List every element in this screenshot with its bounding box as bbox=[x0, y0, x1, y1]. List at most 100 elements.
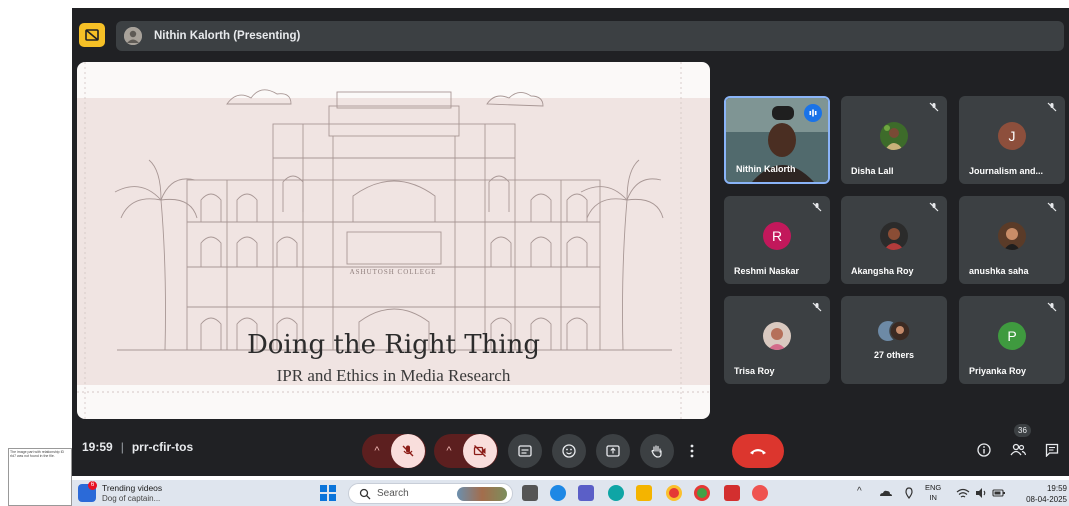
windows-taskbar: 6 Trending videos Dog of captain... Sear… bbox=[72, 480, 1069, 506]
meeting-time: 19:59 bbox=[82, 440, 113, 454]
participant-tile-reshmi[interactable]: R Reshmi Naskar bbox=[724, 196, 830, 284]
widget-subtitle: Dog of captain... bbox=[102, 494, 161, 503]
wps-office-icon[interactable] bbox=[752, 485, 768, 501]
captions-icon bbox=[518, 445, 532, 457]
participant-tile-journalism[interactable]: J Journalism and... bbox=[959, 96, 1065, 184]
mic-off-icon bbox=[927, 202, 941, 216]
video-options-button[interactable]: ^ bbox=[435, 434, 463, 468]
top-bar: Nithin Kalorth (Presenting) bbox=[72, 8, 1069, 56]
volume-icon[interactable] bbox=[974, 486, 988, 500]
search-highlight-image bbox=[457, 487, 507, 501]
mic-off-icon bbox=[927, 102, 941, 116]
speaking-indicator bbox=[804, 104, 822, 122]
raise-hand-button[interactable] bbox=[640, 434, 674, 468]
participant-name: Priyanka Roy bbox=[969, 366, 1027, 376]
location-icon[interactable] bbox=[902, 486, 916, 500]
participant-name: Reshmi Naskar bbox=[734, 266, 800, 276]
copilot-icon[interactable] bbox=[550, 485, 566, 501]
task-view-icon[interactable] bbox=[522, 485, 538, 501]
chrome-profile-icon[interactable] bbox=[694, 485, 710, 501]
participant-avatar: J bbox=[998, 122, 1026, 150]
emoji-icon bbox=[562, 444, 576, 458]
camera-toggle-button[interactable] bbox=[463, 434, 497, 468]
participant-name: anushka saha bbox=[969, 266, 1029, 276]
widgets-badge: 6 bbox=[88, 481, 97, 490]
region-code: IN bbox=[929, 493, 937, 502]
participant-avatar: P bbox=[998, 322, 1026, 350]
language-code: ENG bbox=[925, 483, 942, 492]
widget-title[interactable]: Trending videos bbox=[102, 483, 162, 493]
mic-toggle-button[interactable] bbox=[391, 434, 425, 468]
show-hidden-icons-button[interactable]: ^ bbox=[857, 486, 862, 497]
camera-control-group: ^ bbox=[434, 434, 498, 468]
screen: The image part with relationship ID rId7… bbox=[0, 0, 1069, 506]
participant-avatar bbox=[880, 222, 908, 250]
group-avatars bbox=[878, 320, 911, 342]
participant-avatar bbox=[880, 122, 908, 150]
participant-tile-priyanka[interactable]: P Priyanka Roy bbox=[959, 296, 1065, 384]
reactions-button[interactable] bbox=[552, 434, 586, 468]
more-vert-icon bbox=[690, 444, 694, 458]
participant-tile-disha[interactable]: Disha Lall bbox=[841, 96, 947, 184]
mic-off-icon bbox=[1045, 302, 1059, 316]
others-count-label: 27 others bbox=[873, 350, 915, 360]
edge-icon[interactable] bbox=[608, 485, 624, 501]
clock-time: 19:59 bbox=[1046, 484, 1067, 493]
onedrive-icon[interactable] bbox=[878, 486, 892, 500]
mic-off-icon bbox=[1045, 102, 1059, 116]
chat-button[interactable] bbox=[1042, 440, 1062, 460]
bottom-control-bar: 19:59 | prr-cfir-tos ^ ^ 36 bbox=[72, 424, 1069, 476]
wifi-icon[interactable] bbox=[956, 486, 970, 500]
slide-subtitle: IPR and Ethics in Media Research bbox=[276, 366, 511, 385]
present-button[interactable] bbox=[596, 434, 630, 468]
presenter-name: Nithin Kalorth (Presenting) bbox=[154, 30, 301, 42]
meeting-details-button[interactable] bbox=[974, 440, 994, 460]
meet-window: Nithin Kalorth (Presenting) ASHUTOSH COL… bbox=[72, 8, 1069, 476]
people-button[interactable] bbox=[1008, 440, 1028, 460]
participant-name: Trisa Roy bbox=[734, 366, 775, 376]
people-count-badge: 36 bbox=[1014, 424, 1031, 437]
chrome-icon[interactable] bbox=[666, 485, 682, 501]
language-indicator[interactable]: ENG IN bbox=[925, 483, 941, 503]
windows-start-icon[interactable] bbox=[320, 485, 336, 501]
leave-call-button[interactable] bbox=[732, 434, 784, 468]
mic-control-group: ^ bbox=[362, 434, 426, 468]
meeting-code: prr-cfir-tos bbox=[131, 440, 194, 454]
raise-hand-icon bbox=[651, 445, 662, 458]
taskbar-search[interactable]: Search bbox=[348, 483, 513, 504]
acrobat-icon[interactable] bbox=[724, 485, 740, 501]
search-icon bbox=[359, 488, 371, 500]
participant-tile-anushka[interactable]: anushka saha bbox=[959, 196, 1065, 284]
present-icon bbox=[606, 445, 620, 457]
participant-avatar bbox=[998, 222, 1026, 250]
college-sign: ASHUTOSH COLLEGE bbox=[350, 268, 437, 276]
participant-name: Akangsha Roy bbox=[851, 266, 914, 276]
presentation-slide: ASHUTOSH COLLEGE Doing the Right Thing I… bbox=[77, 62, 710, 419]
more-options-button[interactable] bbox=[682, 434, 702, 468]
participant-avatar: R bbox=[763, 222, 791, 250]
search-placeholder: Search bbox=[377, 488, 409, 499]
participant-avatar bbox=[763, 322, 791, 350]
file-explorer-icon[interactable] bbox=[636, 485, 652, 501]
clock-date: 08-04-2025 bbox=[1026, 495, 1067, 504]
broken-image-text: The image part with relationship ID rId7… bbox=[10, 450, 65, 458]
presenter-bar[interactable]: Nithin Kalorth (Presenting) bbox=[116, 21, 1064, 51]
broken-image-placeholder: The image part with relationship ID rId7… bbox=[8, 448, 72, 506]
mic-off-icon bbox=[1045, 202, 1059, 216]
participant-tile-trisa[interactable]: Trisa Roy bbox=[724, 296, 830, 384]
mic-off-icon bbox=[810, 202, 824, 216]
battery-icon[interactable] bbox=[992, 486, 1006, 500]
left-blank-area: The image part with relationship ID rId7… bbox=[0, 0, 72, 506]
mic-off-icon bbox=[810, 302, 824, 316]
participant-tile-akangsha[interactable]: Akangsha Roy bbox=[841, 196, 947, 284]
system-clock[interactable]: 19:59 08-04-2025 bbox=[1012, 483, 1067, 505]
teams-icon[interactable] bbox=[578, 485, 594, 501]
participant-tile-others[interactable]: 27 others bbox=[841, 296, 947, 384]
info-icon bbox=[977, 443, 991, 457]
chat-icon bbox=[1045, 443, 1059, 457]
audio-options-button[interactable]: ^ bbox=[363, 434, 391, 468]
participant-tile-nithin[interactable]: Nithin Kalorth bbox=[724, 96, 830, 184]
stop-presenting-button[interactable] bbox=[79, 23, 105, 47]
slide-title: Doing the Right Thing bbox=[246, 330, 541, 360]
captions-button[interactable] bbox=[508, 434, 542, 468]
